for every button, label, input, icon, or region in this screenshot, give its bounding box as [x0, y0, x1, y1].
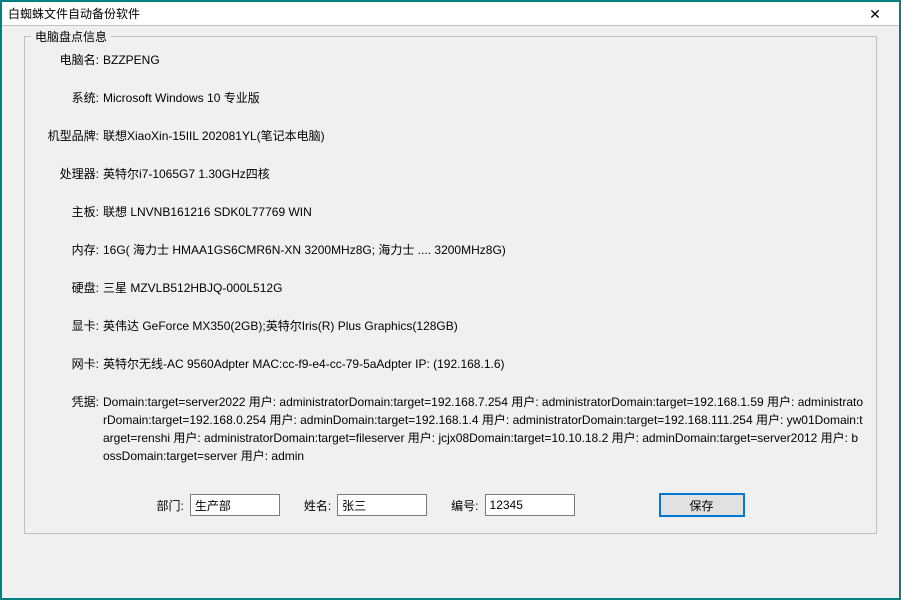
fieldset-legend: 电脑盘点信息 [31, 28, 111, 45]
label-computer-name: 电脑名: [37, 51, 103, 69]
row-computer-name: 电脑名: BZZPENG [37, 51, 864, 69]
value-model: 联想XiaoXin-15IIL 202081YL(笔记本电脑) [103, 127, 864, 145]
value-nic: 英特尔无线-AC 9560Adpter MAC:cc-f9-e4-cc-79-5… [103, 355, 864, 373]
row-gpu: 显卡: 英伟达 GeForce MX350(2GB);英特尔Iris(R) Pl… [37, 317, 864, 335]
label-name: 姓名: [304, 497, 331, 514]
info-fieldset: 电脑盘点信息 电脑名: BZZPENG 系统: Microsoft Window… [24, 36, 877, 534]
value-gpu: 英伟达 GeForce MX350(2GB);英特尔Iris(R) Plus G… [103, 317, 864, 335]
form-group-number: 编号: [451, 494, 574, 516]
save-button[interactable]: 保存 [659, 493, 745, 517]
label-cpu: 处理器: [37, 165, 103, 183]
value-system: Microsoft Windows 10 专业版 [103, 89, 864, 107]
label-disk: 硬盘: [37, 279, 103, 297]
window-title: 白蜘蛛文件自动备份软件 [8, 5, 857, 22]
input-department[interactable] [190, 494, 280, 516]
value-memory: 16G( 海力士 HMAA1GS6CMR6N-XN 3200MHz8G; 海力士… [103, 241, 864, 259]
app-window: 白蜘蛛文件自动备份软件 ✕ 电脑盘点信息 电脑名: BZZPENG 系统: Mi… [0, 0, 901, 600]
input-name[interactable] [337, 494, 427, 516]
value-disk: 三星 MZVLB512HBJQ-000L512G [103, 279, 864, 297]
label-nic: 网卡: [37, 355, 103, 373]
label-mainboard: 主板: [37, 203, 103, 221]
form-row: 部门: 姓名: 编号: 保存 [24, 490, 877, 520]
value-mainboard: 联想 LNVNB161216 SDK0L77769 WIN [103, 203, 864, 221]
value-cpu: 英特尔i7-1065G7 1.30GHz四核 [103, 165, 864, 183]
label-department: 部门: [156, 497, 183, 514]
label-memory: 内存: [37, 241, 103, 259]
value-credentials: Domain:target=server2022 用户: administrat… [103, 393, 864, 465]
close-button[interactable]: ✕ [857, 4, 893, 24]
label-system: 系统: [37, 89, 103, 107]
label-gpu: 显卡: [37, 317, 103, 335]
form-group-name: 姓名: [304, 494, 427, 516]
row-system: 系统: Microsoft Windows 10 专业版 [37, 89, 864, 107]
row-model: 机型品牌: 联想XiaoXin-15IIL 202081YL(笔记本电脑) [37, 127, 864, 145]
titlebar: 白蜘蛛文件自动备份软件 ✕ [2, 2, 899, 26]
row-nic: 网卡: 英特尔无线-AC 9560Adpter MAC:cc-f9-e4-cc-… [37, 355, 864, 373]
row-mainboard: 主板: 联想 LNVNB161216 SDK0L77769 WIN [37, 203, 864, 221]
row-cpu: 处理器: 英特尔i7-1065G7 1.30GHz四核 [37, 165, 864, 183]
row-disk: 硬盘: 三星 MZVLB512HBJQ-000L512G [37, 279, 864, 297]
label-number: 编号: [451, 497, 478, 514]
row-credentials: 凭据: Domain:target=server2022 用户: adminis… [37, 393, 864, 465]
input-number[interactable] [485, 494, 575, 516]
close-icon: ✕ [869, 7, 881, 21]
label-credentials: 凭据: [37, 393, 103, 411]
form-group-department: 部门: [156, 494, 279, 516]
value-computer-name: BZZPENG [103, 51, 864, 69]
row-memory: 内存: 16G( 海力士 HMAA1GS6CMR6N-XN 3200MHz8G;… [37, 241, 864, 259]
label-model: 机型品牌: [37, 127, 103, 145]
content-area: 电脑盘点信息 电脑名: BZZPENG 系统: Microsoft Window… [2, 26, 899, 534]
